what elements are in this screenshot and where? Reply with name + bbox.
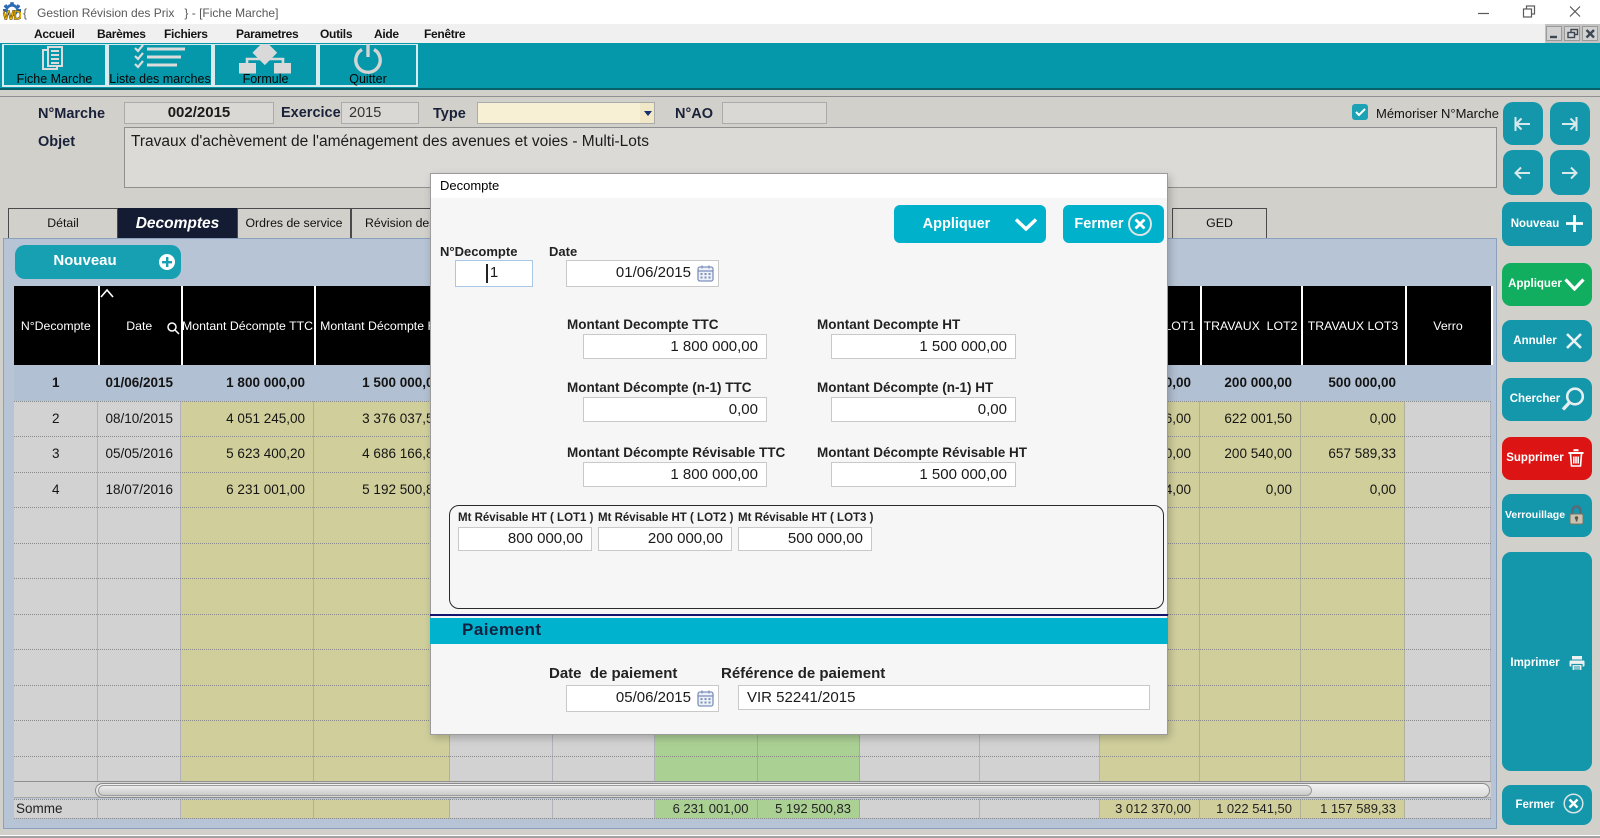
svg-text:WD: WD <box>3 9 21 23</box>
